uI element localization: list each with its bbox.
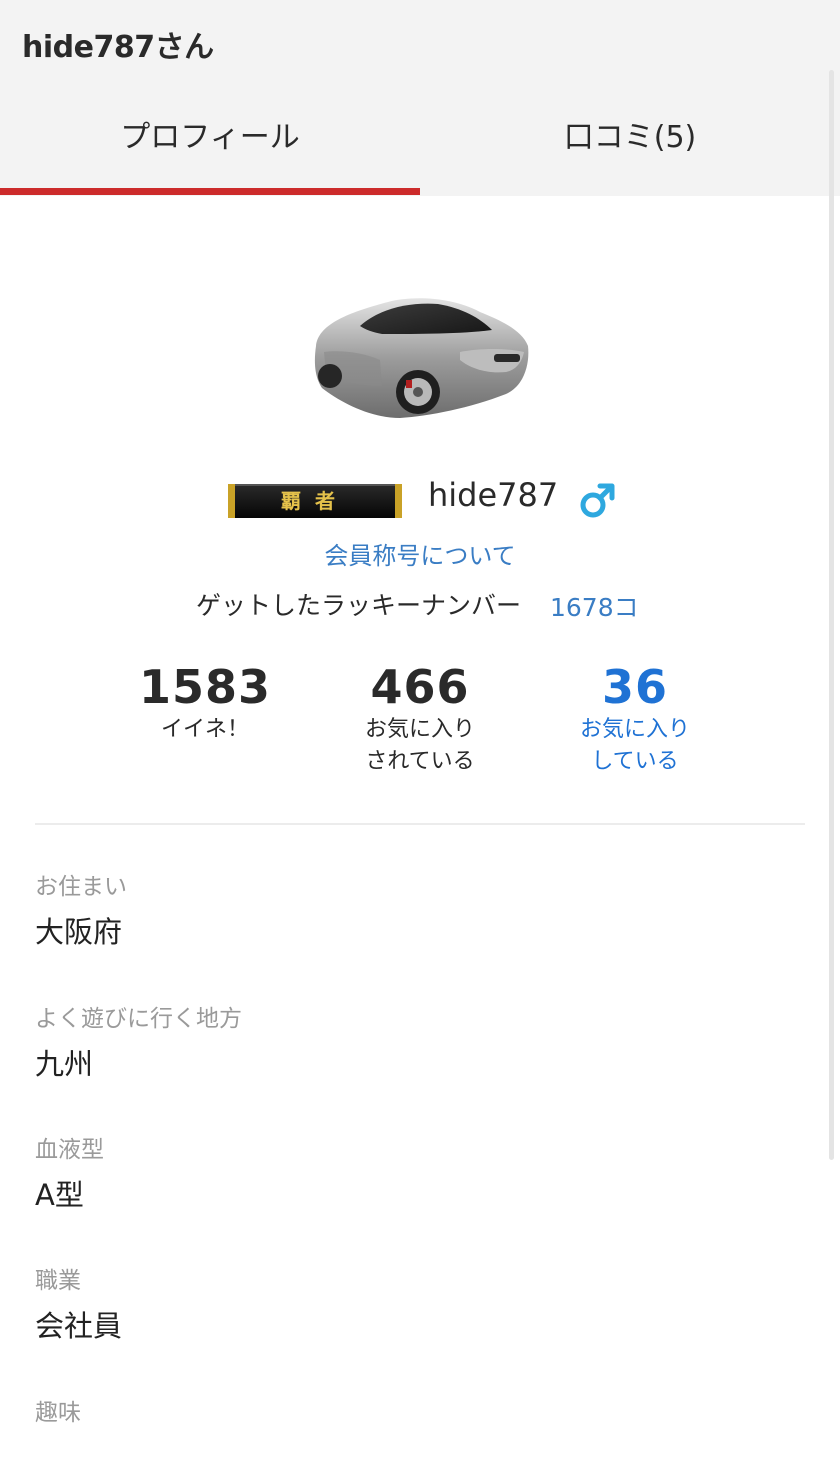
field-hobby: 趣味 bbox=[35, 1398, 81, 1428]
member-title-badge-text: 覇者 bbox=[281, 489, 349, 513]
field-residence: お住まい 大阪府 bbox=[35, 872, 127, 952]
stat-likes-value: 1583 bbox=[138, 660, 272, 714]
car-avatar-icon bbox=[314, 298, 529, 418]
field-residence-value: 大阪府 bbox=[35, 915, 123, 949]
field-blood-type-value: A型 bbox=[35, 1178, 84, 1212]
stat-likes: 1583 イイネ！ bbox=[105, 660, 305, 746]
stat-likes-label: イイネ！ bbox=[160, 717, 249, 742]
male-icon bbox=[580, 483, 615, 518]
stat-favorited: 466 お気に入り されている bbox=[320, 660, 520, 778]
field-residence-label: お住まい bbox=[35, 874, 127, 900]
field-hobby-label: 趣味 bbox=[35, 1400, 81, 1426]
lucky-number-row: ゲットしたラッキーナンバー 1678コ bbox=[0, 586, 840, 622]
page-title: hide787さん bbox=[22, 30, 214, 65]
lucky-number-count-link[interactable]: 1678コ bbox=[550, 588, 639, 624]
stat-favorited-value: 466 bbox=[370, 660, 470, 714]
field-frequent-region: よく遊びに行く地方 九州 bbox=[35, 1004, 242, 1084]
field-occupation: 職業 会社員 bbox=[35, 1266, 122, 1346]
stat-favoriting-value[interactable]: 36 bbox=[535, 660, 735, 714]
stat-favoriting-label[interactable]: お気に入り している bbox=[535, 714, 735, 778]
username: hide787 bbox=[428, 476, 559, 514]
field-occupation-label: 職業 bbox=[35, 1268, 81, 1294]
field-frequent-region-label: よく遊びに行く地方 bbox=[35, 1006, 242, 1032]
app-header: hide787さん プロフィール 口コミ(5) bbox=[0, 0, 840, 196]
active-tab-indicator bbox=[0, 188, 420, 195]
stat-favorited-label: お気に入り されている bbox=[364, 717, 475, 774]
field-frequent-region-value: 九州 bbox=[35, 1047, 94, 1081]
profile-name-row: 覇者 hide787 bbox=[0, 474, 840, 528]
tab-profile[interactable]: プロフィール bbox=[0, 100, 420, 196]
divider bbox=[35, 823, 805, 825]
stat-favoriting-link[interactable]: 36 お気に入り している bbox=[535, 660, 735, 778]
member-title-link[interactable]: 会員称号について bbox=[0, 536, 840, 571]
field-occupation-value: 会社員 bbox=[35, 1309, 123, 1343]
field-blood-type: 血液型 A型 bbox=[35, 1135, 104, 1215]
field-blood-type-label: 血液型 bbox=[35, 1137, 104, 1163]
tab-reviews[interactable]: 口コミ(5) bbox=[420, 100, 840, 196]
lucky-number-label: ゲットしたラッキーナンバー bbox=[196, 591, 522, 620]
member-title-badge: 覇者 bbox=[228, 484, 402, 518]
